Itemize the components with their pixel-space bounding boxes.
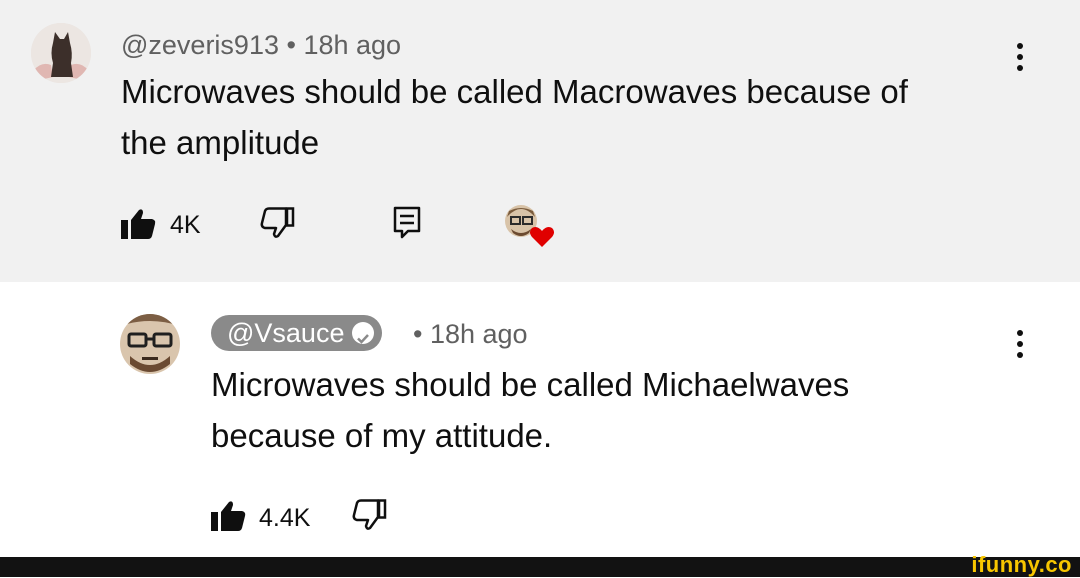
reply-meta: • 18h ago: [413, 319, 528, 350]
commenter-avatar[interactable]: [31, 23, 91, 83]
thumbs-up-icon[interactable]: [211, 500, 247, 532]
comment-author[interactable]: @zeveris913: [121, 30, 279, 60]
creator-avatar-heart-icon: [505, 205, 554, 247]
more-options-icon[interactable]: [1016, 330, 1024, 363]
verified-check-icon: [352, 322, 375, 344]
reply-text-line: because of my attitude.: [211, 417, 553, 454]
meta-separator: •: [286, 30, 296, 60]
reply-text: Microwaves should be called Michaelwaves…: [211, 359, 849, 461]
meta-separator: •: [413, 319, 423, 349]
reply-text-line: Microwaves should be called Michaelwaves: [211, 366, 850, 403]
face-with-glasses-avatar-icon: [120, 314, 180, 374]
author-badge[interactable]: @Vsauce: [211, 315, 383, 351]
comment-time: 18h ago: [303, 30, 402, 60]
thumbs-up-icon[interactable]: [121, 208, 157, 240]
comment-text: Microwaves should be called Macrowaves b…: [121, 66, 908, 168]
comment-meta: @zeveris913 • 18h ago: [121, 30, 401, 61]
highlighted-comment: @zeveris913 • 18h ago Microwaves should …: [0, 0, 1080, 282]
reply-avatar[interactable]: [120, 314, 180, 374]
reply-time: 18h ago: [429, 319, 528, 349]
reply-comment: @Vsauce • 18h ago Microwaves should be c…: [0, 282, 1080, 557]
creator-heart-badge: [503, 203, 557, 247]
thumbs-down-icon[interactable]: [352, 499, 388, 531]
reply-author[interactable]: @Vsauce: [227, 315, 344, 351]
comment-text-line: the amplitude: [121, 124, 320, 161]
reply-icon[interactable]: [392, 205, 422, 241]
comment-text-line: Microwaves should be called Macrowaves b…: [121, 73, 908, 110]
thumbs-down-icon[interactable]: [260, 207, 296, 239]
more-options-icon[interactable]: [1016, 43, 1024, 76]
watermark-logo: ifunny.co: [971, 552, 1072, 577]
cat-avatar-icon: [31, 23, 91, 83]
like-count: 4K: [170, 211, 201, 239]
like-count: 4.4K: [259, 504, 311, 532]
watermark-bar: [0, 557, 1080, 577]
